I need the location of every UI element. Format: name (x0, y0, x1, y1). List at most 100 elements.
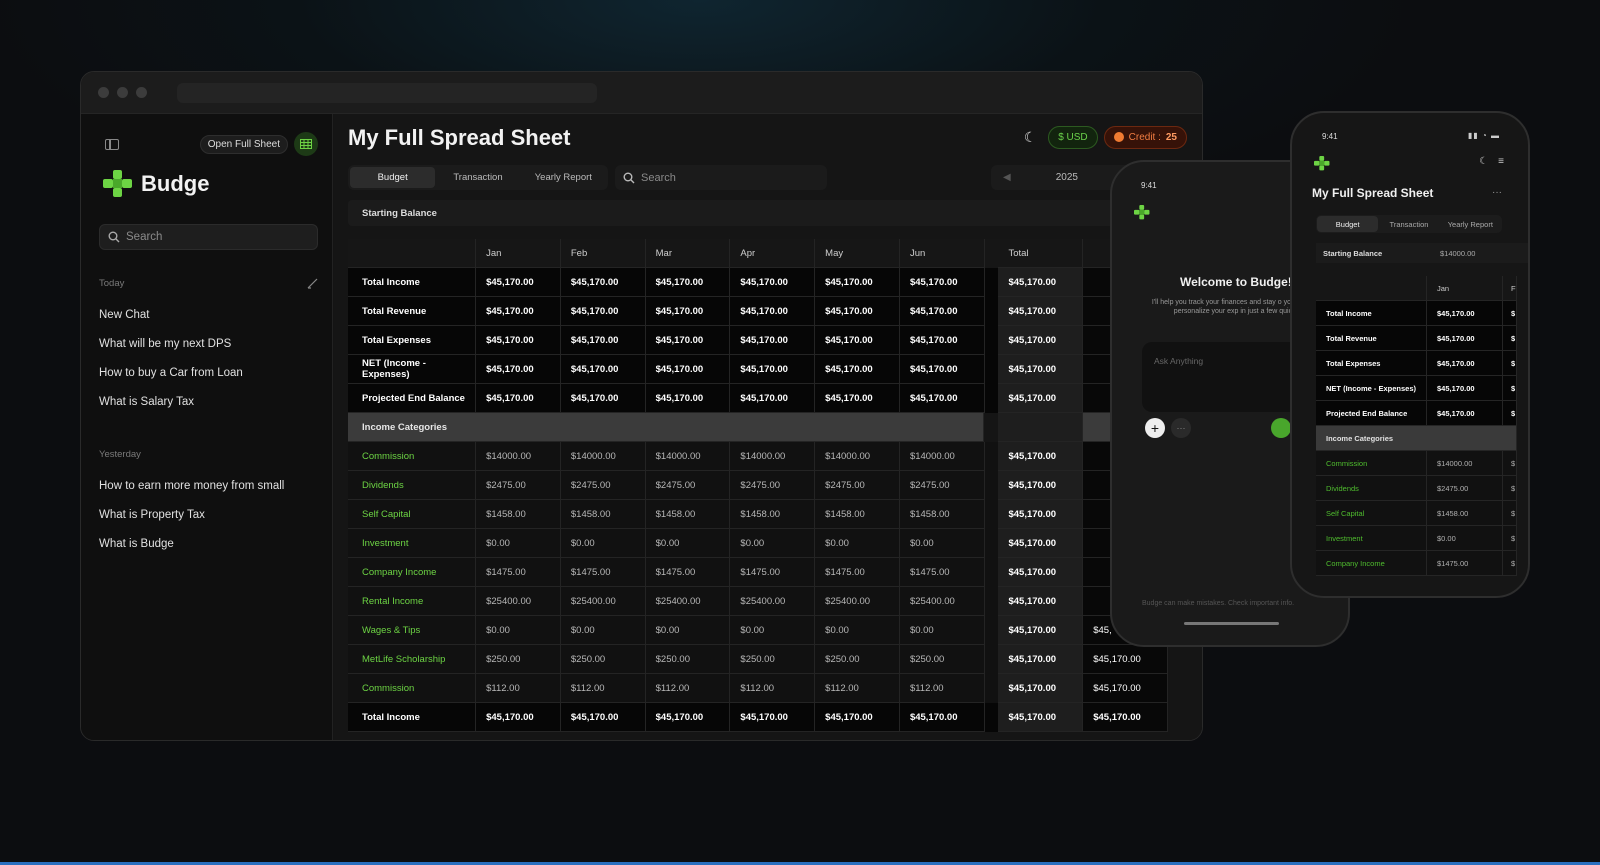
total-cell[interactable]: $45,170.00 (998, 384, 1084, 413)
table-cell[interactable]: $0.00 (899, 529, 985, 558)
tab-yearly-report[interactable]: Yearly Report (1440, 216, 1501, 232)
table-cell[interactable]: $0.00 (476, 529, 561, 558)
table-cell[interactable]: $45,170.00 (645, 326, 731, 355)
chat-item[interactable]: New Chat (81, 301, 332, 330)
table-cell[interactable]: $2475.00 (476, 471, 561, 500)
table-cell[interactable]: $250.00 (645, 645, 731, 674)
table-cell[interactable]: $14000.00 (815, 442, 900, 471)
table-cell[interactable]: $45,170.00 (899, 384, 985, 413)
sidebar-search-input[interactable]: Search (99, 224, 318, 250)
table-cell[interactable]: $1458.00 (1427, 501, 1503, 526)
table-cell[interactable]: $14000.00 (730, 442, 816, 471)
table-cell[interactable]: $45,170.00 (645, 355, 731, 384)
table-cell[interactable]: $0.00 (815, 616, 900, 645)
table-cell[interactable]: $0.00 (730, 529, 816, 558)
table-cell[interactable]: $45,170.00 (560, 268, 646, 297)
table-cell[interactable]: $112.00 (730, 674, 816, 703)
table-cell[interactable]: $25400.00 (815, 587, 900, 616)
table-cell[interactable]: $1458.00 (560, 500, 646, 529)
table-cell[interactable]: $45,170.00 (899, 268, 985, 297)
table-cell[interactable]: $1475.00 (476, 558, 561, 587)
table-cell[interactable]: $250.00 (476, 645, 561, 674)
table-cell[interactable]: $45,170.00 (476, 326, 561, 355)
table-cell[interactable]: $45,170.00 (476, 384, 561, 413)
table-cell[interactable]: $112.00 (560, 674, 646, 703)
table-cell[interactable]: $250.00 (730, 645, 816, 674)
total-cell[interactable]: $45,170.00 (998, 703, 1084, 732)
table-cell[interactable]: $0.00 (560, 529, 646, 558)
table-cell[interactable]: $250.00 (560, 645, 646, 674)
table-cell[interactable]: $45,170.00 (815, 268, 900, 297)
table-cell[interactable]: $45,170.00 (1427, 401, 1503, 426)
more-options-icon[interactable]: ··· (1171, 418, 1191, 438)
table-cell[interactable]: $45,170.00 (560, 297, 646, 326)
total-cell[interactable]: $45,170.00 (998, 558, 1084, 587)
address-bar[interactable] (177, 82, 597, 103)
table-cell[interactable]: $2475.00 (1427, 476, 1503, 501)
table-cell[interactable]: $45,170.00 (645, 268, 731, 297)
currency-badge[interactable]: $ USD (1048, 125, 1098, 149)
chat-item[interactable]: How to buy a Car from Loan (81, 359, 332, 388)
table-cell[interactable]: $45,170.00 (476, 297, 561, 326)
total-cell[interactable]: $45,170.00 (998, 616, 1084, 645)
table-cell[interactable]: $0.00 (815, 529, 900, 558)
chat-item[interactable]: What is Property Tax (81, 501, 332, 530)
menu-icon[interactable]: ≡ (1498, 156, 1504, 167)
chat-item[interactable]: How to earn more money from small (81, 472, 332, 501)
table-cell[interactable]: $1458.00 (645, 500, 731, 529)
table-cell[interactable]: $45,170.00 (1427, 351, 1503, 376)
total-cell[interactable]: $45,170.00 (998, 587, 1084, 616)
tab-budget[interactable]: Budget (1317, 216, 1379, 232)
table-cell[interactable]: $1475.00 (730, 558, 816, 587)
extra-cell[interactable]: $45,170.00 (1083, 674, 1168, 703)
table-cell[interactable]: $1458.00 (899, 500, 985, 529)
table-cell[interactable]: $250.00 (815, 645, 900, 674)
chat-item[interactable]: What is Budge (81, 530, 332, 559)
chat-item[interactable]: What will be my next DPS (81, 330, 332, 359)
table-cell[interactable]: $0.00 (1427, 526, 1503, 551)
table-cell[interactable]: $1475.00 (560, 558, 646, 587)
add-plus-icon[interactable]: + (1145, 418, 1165, 438)
table-cell[interactable]: $25400.00 (645, 587, 731, 616)
table-cell[interactable]: $0.00 (645, 616, 731, 645)
table-cell[interactable]: $0.00 (476, 616, 561, 645)
table-cell[interactable]: $0.00 (899, 616, 985, 645)
table-cell[interactable]: $250.00 (899, 645, 985, 674)
table-cell[interactable]: $1475.00 (1427, 551, 1503, 576)
table-cell[interactable]: $45,170.00 (730, 355, 816, 384)
extra-cell[interactable]: $45,170.00 (1083, 645, 1168, 674)
sheet-search-input[interactable]: Search (615, 165, 827, 190)
table-cell[interactable]: $45,170.00 (730, 297, 816, 326)
open-full-sheet-button[interactable]: Open Full Sheet (199, 134, 288, 154)
dark-mode-moon-icon[interactable]: ☾ (1018, 125, 1042, 149)
total-cell[interactable]: $45,170.00 (998, 297, 1084, 326)
table-cell[interactable]: $14000.00 (560, 442, 646, 471)
spreadsheet-icon[interactable] (294, 132, 318, 156)
table-cell[interactable]: $45,170.00 (815, 384, 900, 413)
table-cell[interactable]: $25400.00 (730, 587, 816, 616)
table-cell[interactable]: $14000.00 (1427, 451, 1503, 476)
new-chat-icon[interactable] (307, 278, 318, 289)
sidebar-toggle-icon[interactable] (105, 138, 119, 150)
table-cell[interactable]: $45,170.00 (476, 703, 561, 732)
table-cell[interactable]: $2475.00 (730, 471, 816, 500)
table-cell[interactable]: $45,170.00 (730, 268, 816, 297)
tab-yearly-report[interactable]: Yearly Report (521, 167, 606, 188)
table-cell[interactable]: $45,170.00 (1427, 301, 1503, 326)
table-cell[interactable]: $1475.00 (815, 558, 900, 587)
table-cell[interactable]: $1475.00 (899, 558, 985, 587)
total-cell[interactable]: $45,170.00 (998, 355, 1084, 384)
extra-cell[interactable]: $45,170.00 (1083, 703, 1168, 732)
table-cell[interactable]: $1458.00 (730, 500, 816, 529)
table-cell[interactable]: $1458.00 (476, 500, 561, 529)
table-cell[interactable]: $45,170.00 (560, 384, 646, 413)
table-cell[interactable]: $45,170.00 (560, 355, 646, 384)
chat-item[interactable]: What is Salary Tax (81, 388, 332, 417)
total-cell[interactable]: $45,170.00 (998, 529, 1084, 558)
table-cell[interactable]: $45,170.00 (899, 297, 985, 326)
table-cell[interactable]: $0.00 (560, 616, 646, 645)
table-cell[interactable]: $45,170.00 (899, 355, 985, 384)
credit-badge[interactable]: Credit : 25 (1103, 125, 1187, 149)
table-cell[interactable]: $112.00 (645, 674, 731, 703)
table-cell[interactable]: $45,170.00 (815, 297, 900, 326)
